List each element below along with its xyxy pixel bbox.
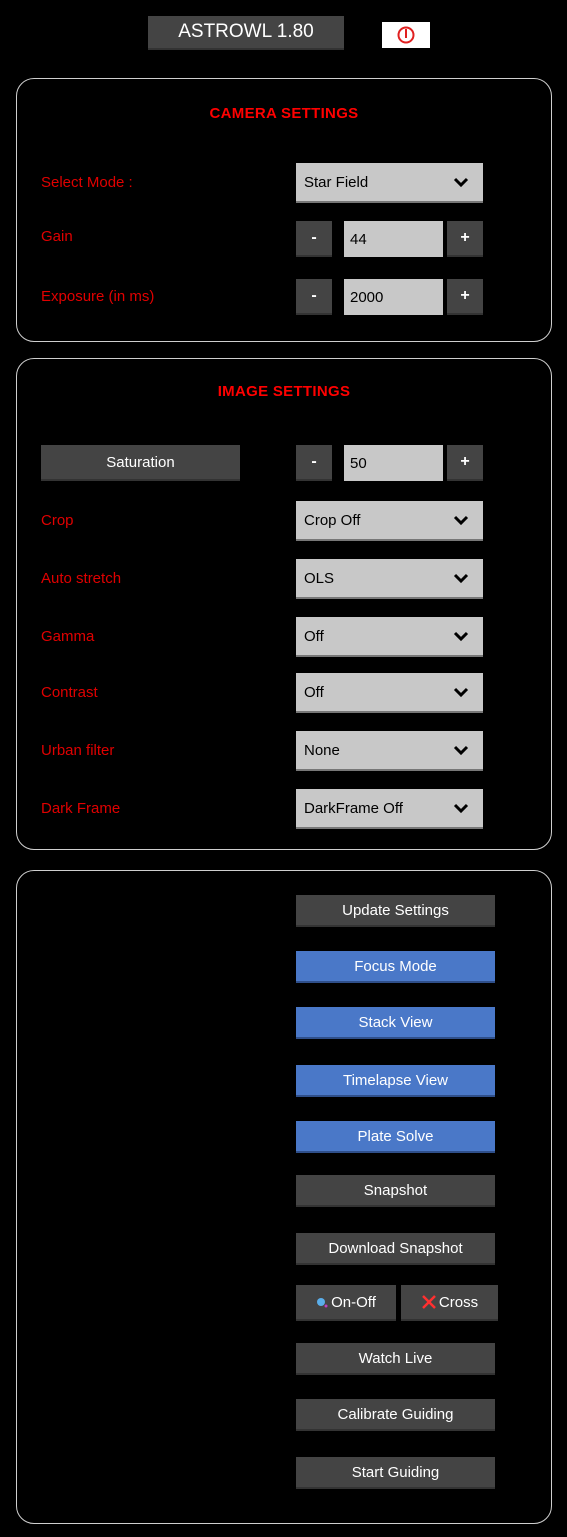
camera-settings-title: CAMERA SETTINGS — [209, 105, 359, 122]
snapshot-button[interactable]: Snapshot — [296, 1175, 495, 1207]
power-icon — [397, 26, 415, 44]
crop-dropdown[interactable]: Crop Off — [296, 501, 483, 541]
exposure-input[interactable]: 2000 — [344, 279, 443, 315]
auto-stretch-label: Auto stretch — [41, 569, 122, 587]
stack-view-button[interactable]: Stack View — [296, 1007, 495, 1039]
exposure-label: Exposure (in ms) — [41, 287, 155, 305]
watch-live-button[interactable]: Watch Live — [296, 1343, 495, 1375]
exposure-minus-button[interactable]: - — [296, 279, 332, 315]
app-title: ASTROWL 1.80 — [148, 16, 344, 50]
dark-frame-label: Dark Frame — [41, 799, 121, 817]
image-settings-title: IMAGE SETTINGS — [217, 383, 351, 400]
calibrate-guiding-button[interactable]: Calibrate Guiding — [296, 1399, 495, 1431]
dark-frame-value: DarkFrame Off — [304, 799, 403, 817]
saturation-button[interactable]: Saturation — [41, 445, 240, 481]
cross-button[interactable]: Cross — [401, 1285, 498, 1321]
gain-label: Gain — [41, 227, 73, 245]
gain-input[interactable]: 44 — [344, 221, 443, 257]
gamma-label: Gamma — [41, 627, 95, 645]
exposure-plus-button[interactable]: + — [447, 279, 483, 315]
chevron-down-icon — [453, 745, 469, 756]
focus-mode-button[interactable]: Focus Mode — [296, 951, 495, 983]
start-guiding-button[interactable]: Start Guiding — [296, 1457, 495, 1489]
actions-panel: Update Settings Focus Mode Stack View Ti… — [16, 870, 552, 1524]
crop-value: Crop Off — [304, 511, 361, 529]
download-snapshot-button[interactable]: Download Snapshot — [296, 1233, 495, 1265]
dark-frame-dropdown[interactable]: DarkFrame Off — [296, 789, 483, 829]
auto-stretch-dropdown[interactable]: OLS — [296, 559, 483, 599]
dot-icon — [317, 1298, 328, 1308]
plate-solve-button[interactable]: Plate Solve — [296, 1121, 495, 1153]
chevron-down-icon — [453, 631, 469, 642]
urban-filter-label: Urban filter — [41, 741, 115, 759]
gamma-value: Off — [304, 627, 324, 645]
chevron-down-icon — [453, 177, 469, 188]
chevron-down-icon — [453, 573, 469, 584]
saturation-minus-button[interactable]: - — [296, 445, 332, 481]
urban-filter-value: None — [304, 741, 340, 759]
cross-icon — [422, 1295, 436, 1309]
saturation-input[interactable]: 50 — [344, 445, 443, 481]
contrast-dropdown[interactable]: Off — [296, 673, 483, 713]
power-button[interactable] — [382, 22, 430, 48]
contrast-label: Contrast — [41, 683, 98, 701]
select-mode-value: Star Field — [304, 173, 369, 191]
select-mode-label: Select Mode : — [41, 173, 133, 191]
gain-plus-button[interactable]: + — [447, 221, 483, 257]
timelapse-view-button[interactable]: Timelapse View — [296, 1065, 495, 1097]
chevron-down-icon — [453, 515, 469, 526]
crop-label: Crop — [41, 511, 74, 529]
contrast-value: Off — [304, 683, 324, 701]
auto-stretch-value: OLS — [304, 569, 335, 587]
camera-settings-panel: CAMERA SETTINGS Select Mode : Star Field… — [16, 78, 552, 342]
urban-filter-dropdown[interactable]: None — [296, 731, 483, 771]
chevron-down-icon — [453, 803, 469, 814]
image-settings-panel: IMAGE SETTINGS Saturation - 50 + Crop Cr… — [16, 358, 552, 850]
gain-minus-button[interactable]: - — [296, 221, 332, 257]
on-off-label: On-Off — [331, 1293, 376, 1311]
cross-label: Cross — [438, 1293, 479, 1311]
saturation-plus-button[interactable]: + — [447, 445, 483, 481]
update-settings-button[interactable]: Update Settings — [296, 895, 495, 927]
select-mode-dropdown[interactable]: Star Field — [296, 163, 483, 203]
header: ASTROWL 1.80 — [0, 16, 567, 50]
gamma-dropdown[interactable]: Off — [296, 617, 483, 657]
chevron-down-icon — [453, 687, 469, 698]
on-off-button[interactable]: On-Off — [296, 1285, 396, 1321]
